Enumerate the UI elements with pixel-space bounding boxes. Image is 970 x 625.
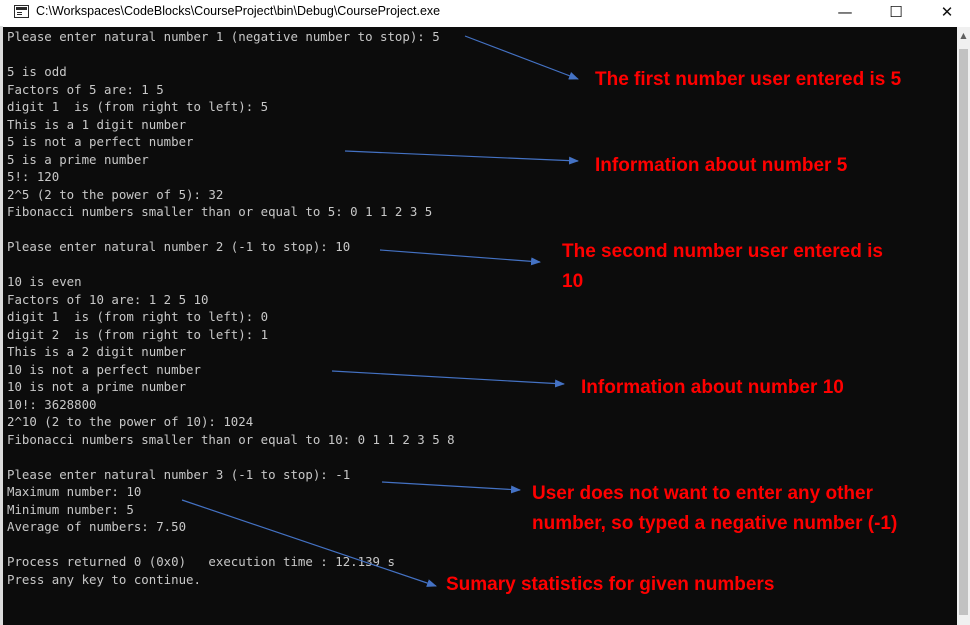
console-app-icon	[14, 5, 29, 18]
minimize-button[interactable]: —	[822, 0, 868, 26]
console-output-text: Please enter natural number 1 (negative …	[7, 28, 455, 588]
console-line: Please enter natural number 1 (negative …	[7, 29, 440, 44]
vertical-scrollbar[interactable]: ▲	[957, 27, 970, 625]
console-line: 5 is a prime number	[7, 151, 149, 167]
annotation-first-number: The first number user entered is 5	[595, 69, 902, 90]
console-line: digit 2 is (from right to left): 1	[7, 326, 269, 342]
console-line: 10 is not a prime number	[7, 379, 187, 394]
console-line: Please enter natural number 3 (-1 to sto…	[7, 466, 351, 482]
console-line: digit 1 is (from right to left): 5	[7, 99, 269, 114]
annotation-negative-number: User does not want to enter any other nu…	[532, 483, 898, 534]
window-title: C:\Workspaces\CodeBlocks\CourseProject\b…	[36, 4, 441, 18]
scrollbar-thumb[interactable]	[959, 49, 968, 615]
console-line: 5 is odd	[7, 64, 67, 79]
console-line: This is a 1 digit number	[7, 116, 187, 132]
console-line: Fibonacci numbers smaller than or equal …	[7, 204, 433, 219]
console-line: 2^10 (2 to the power of 10): 1024	[7, 414, 254, 429]
title-bar[interactable]: C:\Workspaces\CodeBlocks\CourseProject\b…	[0, 0, 970, 26]
console-line: Maximum number: 10	[7, 484, 142, 499]
console-line: Press any key to continue.	[7, 571, 201, 587]
maximize-button[interactable]: ☐	[873, 0, 919, 26]
annotation-info-number-10: Information about number 10	[581, 377, 844, 398]
annotation-second-number: The second number user entered is 10	[562, 241, 883, 292]
scroll-up-arrow-icon[interactable]: ▲	[957, 29, 970, 43]
console-line: Minimum number: 5	[7, 501, 134, 517]
console-line: This is a 2 digit number	[7, 344, 187, 359]
console-line: 10 is not a perfect number	[7, 361, 201, 377]
annotation-info-number-5: Information about number 5	[595, 155, 848, 176]
console-line: 5 is not a perfect number	[7, 134, 194, 149]
close-button[interactable]: ✕	[924, 0, 970, 26]
console-line: 5!: 120	[7, 169, 60, 184]
annotation-summary-statistics: Sumary statistics for given numbers	[446, 574, 775, 595]
console-line: 10 is even	[7, 274, 82, 289]
console-line: Fibonacci numbers smaller than or equal …	[7, 431, 455, 447]
console-line: Factors of 10 are: 1 2 5 10	[7, 291, 209, 307]
console-line: Please enter natural number 2 (-1 to sto…	[7, 239, 351, 254]
console-line: 2^5 (2 to the power of 5): 32	[7, 186, 224, 202]
console-line: 10!: 3628800	[7, 396, 97, 412]
console-line: Process returned 0 (0x0) execution time …	[7, 554, 395, 569]
console-line: Factors of 5 are: 1 5	[7, 81, 164, 97]
console-line: Average of numbers: 7.50	[7, 519, 187, 534]
console-line: digit 1 is (from right to left): 0	[7, 309, 269, 324]
